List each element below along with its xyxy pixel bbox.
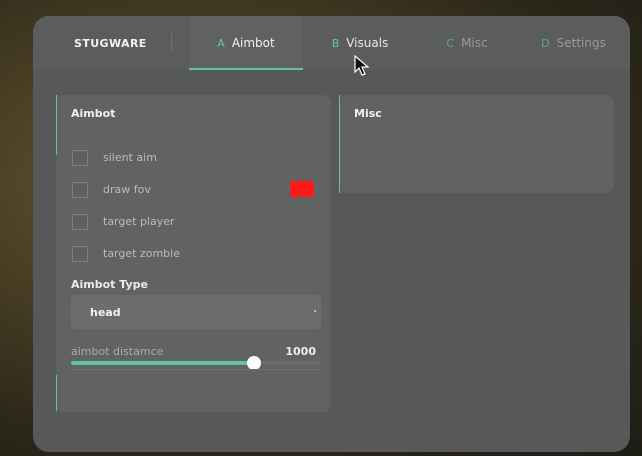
aimbot-distance-value: 1000 (285, 345, 316, 358)
content-area: Aimbot silent aim draw fov target player… (33, 70, 630, 452)
aimbot-distance-label: aimbot distamce (71, 345, 164, 358)
brand-title: STUGWARE (74, 37, 147, 50)
target-zombie-checkbox[interactable] (72, 246, 88, 262)
silent-aim-label: silent aim (103, 151, 157, 164)
dropdown-caret-icon (314, 310, 316, 312)
tab-label: Visuals (346, 36, 389, 50)
target-player-label: target player (103, 215, 175, 228)
tab-letter: D (541, 36, 550, 50)
misc-panel-title: Misc (354, 107, 382, 120)
aimbot-panel-title: Aimbot (71, 107, 116, 120)
tab-aimbot[interactable]: A Aimbot (189, 16, 303, 70)
tab-misc[interactable]: C Misc (417, 16, 517, 70)
target-zombie-option[interactable]: target zombie (72, 246, 312, 262)
silent-aim-option[interactable]: silent aim (72, 150, 312, 166)
panel-accent-line (56, 95, 57, 155)
tab-bar: STUGWARE A Aimbot B Visuals C Misc D Set… (33, 16, 630, 70)
tab-label: Misc (461, 36, 488, 50)
tab-letter: C (446, 36, 455, 50)
mouse-cursor-icon (354, 55, 370, 76)
cheat-menu-window: STUGWARE A Aimbot B Visuals C Misc D Set… (33, 16, 630, 452)
target-zombie-label: target zombie (103, 247, 180, 260)
aimbot-type-value: head (90, 306, 121, 319)
tab-letter: A (217, 36, 225, 50)
panel-accent-line (56, 375, 57, 411)
tab-separator (171, 34, 172, 52)
misc-panel: Misc (339, 95, 614, 193)
target-player-option[interactable]: target player (72, 214, 312, 230)
fov-color-picker[interactable] (290, 181, 314, 197)
draw-fov-label: draw fov (103, 183, 151, 196)
aimbot-panel: Aimbot silent aim draw fov target player… (56, 95, 331, 412)
silent-aim-checkbox[interactable] (72, 150, 88, 166)
draw-fov-checkbox[interactable] (72, 182, 88, 198)
slider-handle[interactable] (246, 356, 261, 370)
target-player-checkbox[interactable] (72, 214, 88, 230)
slider-underline (71, 369, 321, 370)
panel-accent-line (339, 95, 340, 193)
draw-fov-option[interactable]: draw fov (72, 182, 312, 198)
aimbot-type-label: Aimbot Type (71, 278, 148, 291)
aimbot-distance-slider[interactable] (71, 356, 321, 370)
tab-settings[interactable]: D Settings (517, 16, 630, 70)
tab-label: Aimbot (231, 36, 275, 50)
tab-letter: B (331, 36, 340, 50)
aimbot-type-dropdown[interactable]: head (71, 295, 321, 329)
slider-fill (71, 361, 254, 365)
tab-label: Settings (556, 36, 606, 50)
